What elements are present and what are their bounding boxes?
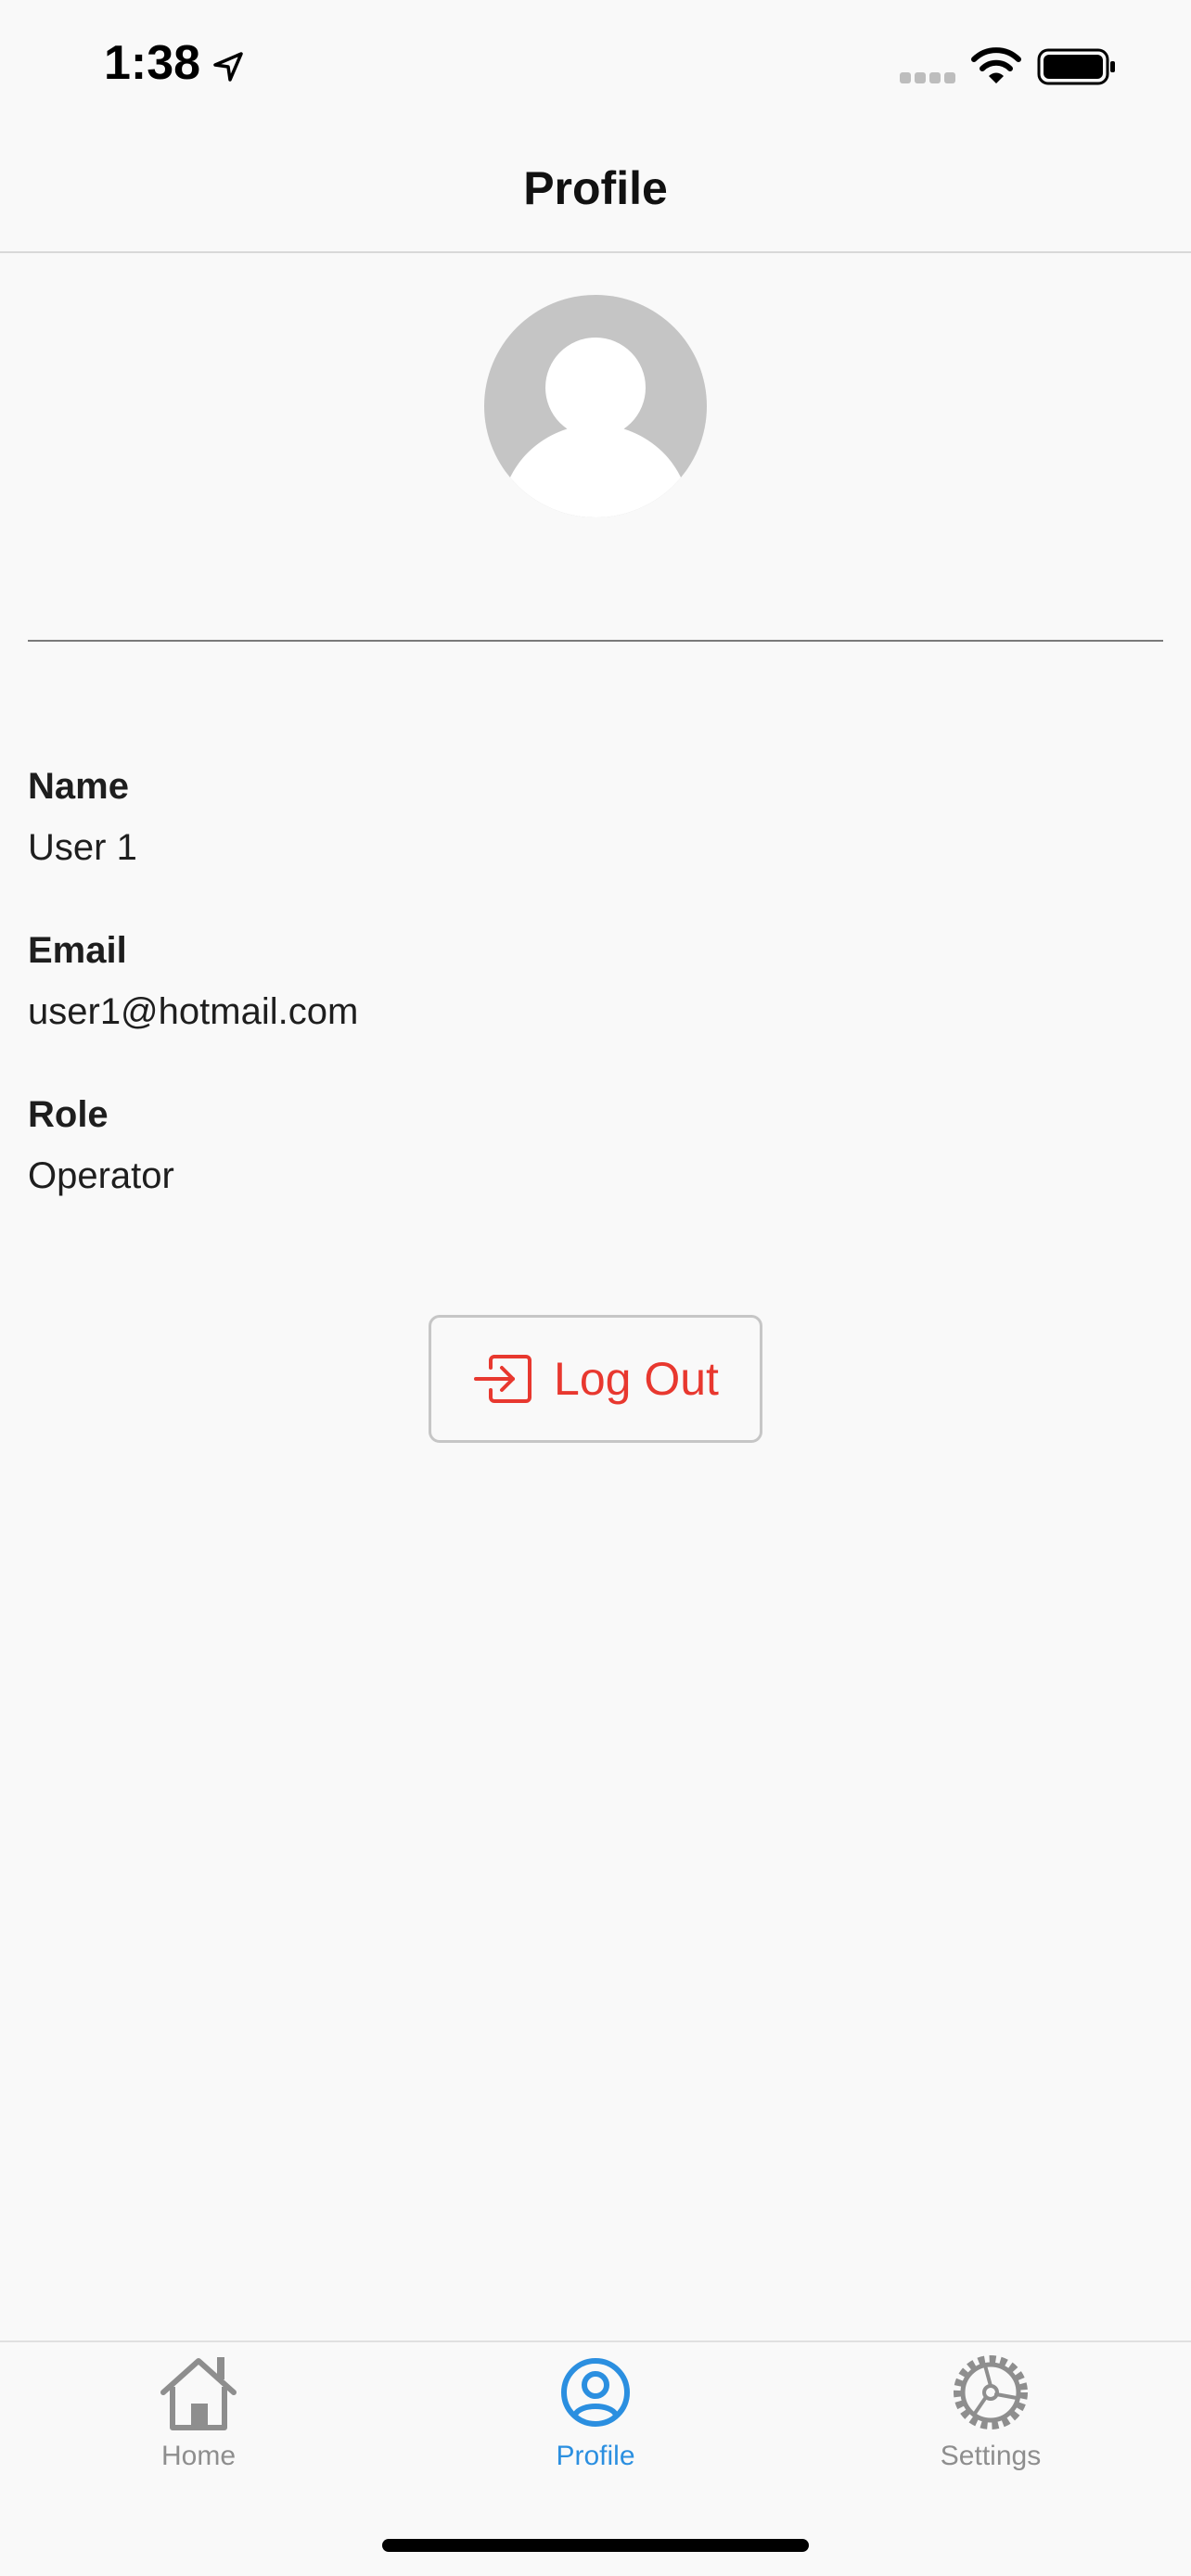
wifi-icon	[971, 47, 1021, 83]
status-bar: 1:38	[0, 0, 1191, 130]
home-icon	[160, 2357, 237, 2430]
location-arrow-icon	[213, 52, 243, 82]
profile-screen: 1:38 Profile Name User 1 Email user1@hot…	[0, 0, 1191, 2576]
tab-settings-label: Settings	[940, 2441, 1042, 2471]
email-value: user1@hotmail.com	[28, 991, 359, 1032]
role-value: Operator	[28, 1155, 174, 1196]
logout-label: Log Out	[554, 1353, 719, 1405]
tab-home[interactable]: Home	[78, 2350, 319, 2489]
home-indicator[interactable]	[382, 2539, 809, 2552]
avatar	[484, 295, 707, 517]
divider	[28, 640, 1163, 642]
logout-icon	[474, 1355, 532, 1403]
tab-profile-label: Profile	[556, 2441, 635, 2471]
tab-profile[interactable]: Profile	[475, 2350, 716, 2489]
status-time: 1:38	[104, 36, 201, 90]
battery-icon	[1037, 48, 1115, 85]
cellular-signal-icon	[900, 72, 955, 83]
user-silhouette-icon	[501, 338, 690, 517]
tab-settings[interactable]: Settings	[870, 2350, 1111, 2489]
page-title: Profile	[523, 162, 668, 214]
role-label: Role	[28, 1094, 109, 1135]
name-label: Name	[28, 766, 129, 807]
user-circle-icon	[561, 2358, 630, 2427]
name-value: User 1	[28, 827, 137, 868]
nav-header: Profile	[0, 130, 1191, 253]
logout-button[interactable]: Log Out	[429, 1315, 762, 1443]
tab-home-label: Home	[160, 2441, 237, 2471]
gear-icon	[954, 2355, 1028, 2429]
email-label: Email	[28, 930, 127, 971]
